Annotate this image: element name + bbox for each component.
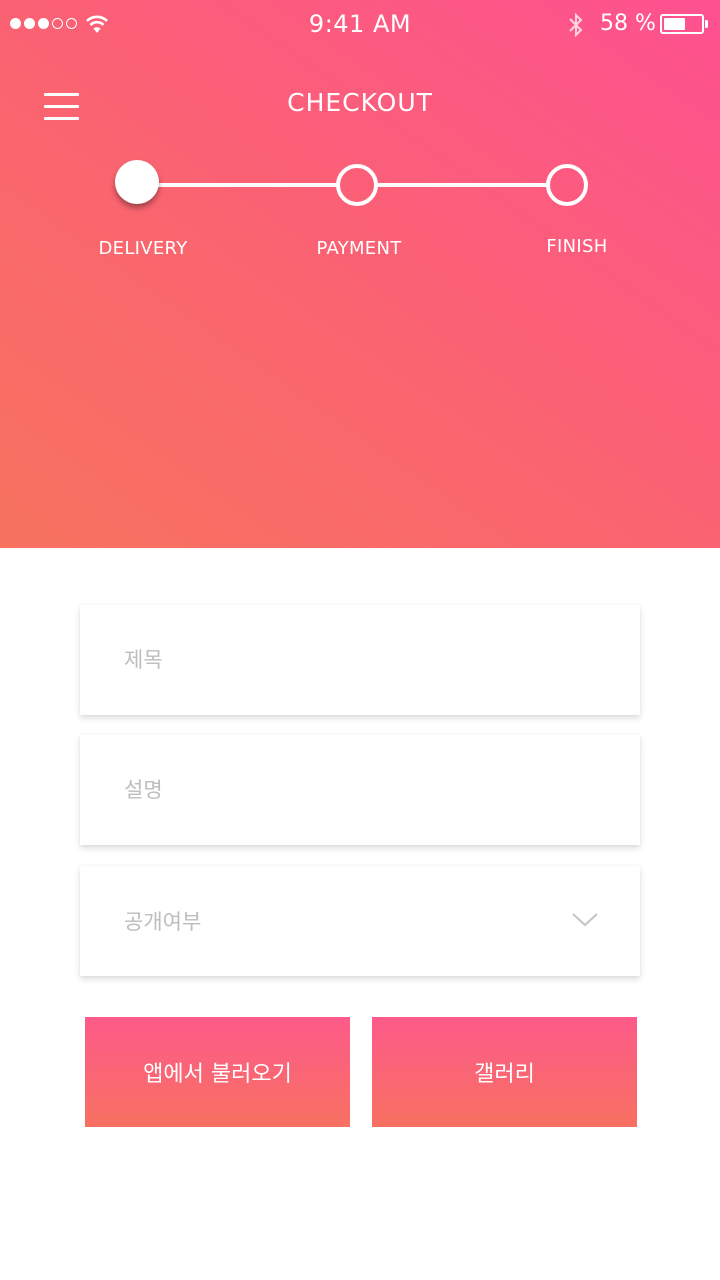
title-input[interactable] (124, 605, 564, 715)
chevron-down-icon (572, 913, 598, 927)
step-finish-label: FINISH (546, 236, 608, 257)
battery-percentage: 58 % (600, 11, 656, 36)
description-input[interactable] (124, 735, 564, 845)
visibility-select[interactable]: 공개여부 (80, 866, 640, 976)
checkout-header-background (0, 0, 720, 548)
gallery-button[interactable]: 갤러리 (372, 1017, 637, 1127)
stepper-connector (374, 183, 550, 187)
step-finish-indicator[interactable] (546, 164, 588, 206)
description-field-card (80, 735, 640, 845)
battery-icon (660, 14, 704, 34)
step-delivery-indicator[interactable] (115, 160, 159, 204)
page-title: CHECKOUT (287, 88, 433, 117)
bluetooth-icon (569, 12, 583, 38)
title-field-card (80, 605, 640, 715)
step-delivery-label: DELIVERY (98, 238, 188, 259)
stepper-connector (150, 183, 340, 187)
step-payment-label: PAYMENT (316, 238, 402, 259)
step-payment-indicator[interactable] (336, 164, 378, 206)
status-bar: 9:41 AM 58 % (0, 0, 720, 48)
import-from-app-button[interactable]: 앱에서 불러오기 (85, 1017, 350, 1127)
visibility-select-placeholder: 공개여부 (124, 910, 202, 934)
